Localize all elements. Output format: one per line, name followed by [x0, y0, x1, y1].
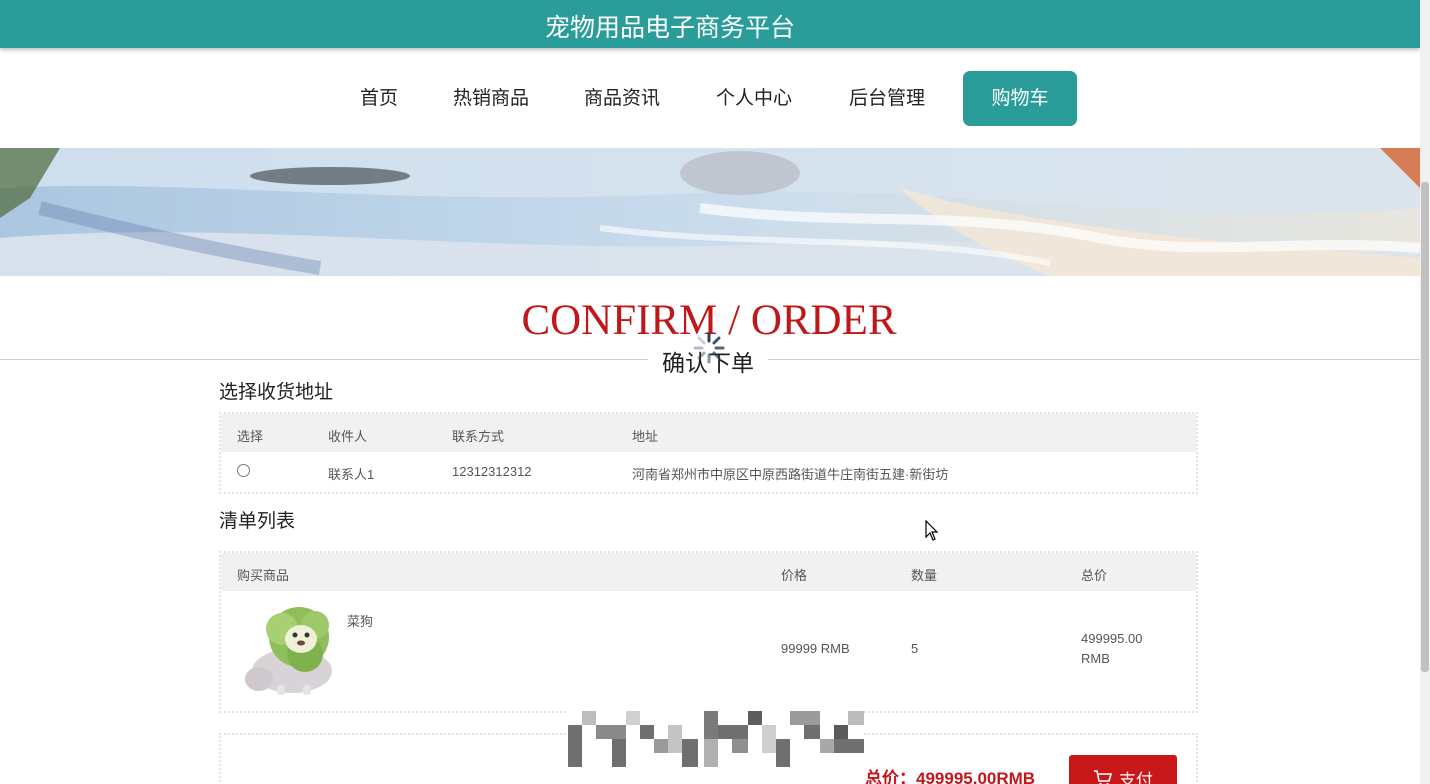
order-section-title: 清单列表: [219, 510, 296, 532]
beach-banner: [0, 148, 1420, 276]
table-row: 菜狗 99999 RMB 5 499995.00 RMB: [221, 591, 1196, 711]
recipient-phone: 12312312312: [452, 464, 532, 479]
column-header-address: 地址: [632, 429, 659, 444]
nav-item-product-news[interactable]: 商品资讯: [584, 71, 660, 126]
column-header-price: 价格: [781, 568, 808, 583]
order-total-label: 总价：499995.00RMB: [865, 769, 1036, 784]
mouse-cursor-icon: [925, 520, 939, 541]
address-section-title: 选择收货地址: [219, 381, 334, 403]
column-header-total: 总价: [1081, 568, 1108, 583]
product-total-unit: RMB: [1081, 651, 1110, 666]
column-header-recipient: 收件人: [328, 429, 368, 444]
product-total-amount: 499995.00: [1081, 631, 1143, 646]
scrollbar-thumb[interactable]: [1421, 182, 1429, 672]
product-name[interactable]: 菜狗: [347, 611, 373, 630]
pay-button-label: 支付: [1119, 771, 1153, 784]
column-header-select: 选择: [237, 429, 264, 444]
column-header-product: 购买商品: [237, 568, 290, 583]
nav-item-personal-center[interactable]: 个人中心: [716, 71, 792, 126]
captcha-mosaic-image: [568, 711, 864, 767]
cart-icon: [1094, 770, 1113, 784]
column-header-quantity: 数量: [911, 568, 938, 583]
main-nav: 首页 热销商品 商品资讯 个人中心 后台管理 购物车: [0, 71, 1420, 126]
order-table: 购买商品 价格 数量 总价 菜狗 99999 RMB 5 499995.00 R…: [219, 551, 1198, 713]
nav-item-cart[interactable]: 购物车: [963, 71, 1077, 126]
recipient-address: 河南省郑州市中原区中原西路街道牛庄南街五建·新街坊: [632, 467, 949, 482]
address-table: 选择 收件人 联系方式 地址 联系人1 12312312312 河南省郑州市中原…: [219, 412, 1198, 494]
nav-item-home[interactable]: 首页: [360, 71, 398, 126]
nav-item-hot-products[interactable]: 热销商品: [453, 71, 529, 126]
nav-item-admin[interactable]: 后台管理: [849, 71, 925, 126]
site-title: 宠物用品电子商务平台: [544, 13, 795, 42]
product-image[interactable]: [237, 599, 339, 697]
column-header-phone: 联系方式: [452, 429, 505, 444]
top-bar: 宠物用品电子商务平台: [0, 0, 1420, 48]
table-row: 联系人1 12312312312 河南省郑州市中原区中原西路街道牛庄南街五建·新…: [221, 452, 1196, 492]
recipient-name: 联系人1: [328, 467, 375, 482]
banner-image: [0, 148, 1420, 276]
product-quantity: 5: [911, 641, 919, 656]
pay-button[interactable]: 支付: [1069, 755, 1177, 784]
product-price: 99999 RMB: [781, 641, 850, 656]
address-table-header: 选择 收件人 联系方式 地址: [221, 414, 1196, 452]
page-scrollbar[interactable]: [1420, 0, 1430, 784]
loading-spinner-icon: [693, 332, 725, 364]
order-table-header: 购买商品 价格 数量 总价: [221, 553, 1196, 591]
address-select-radio[interactable]: [237, 464, 250, 477]
